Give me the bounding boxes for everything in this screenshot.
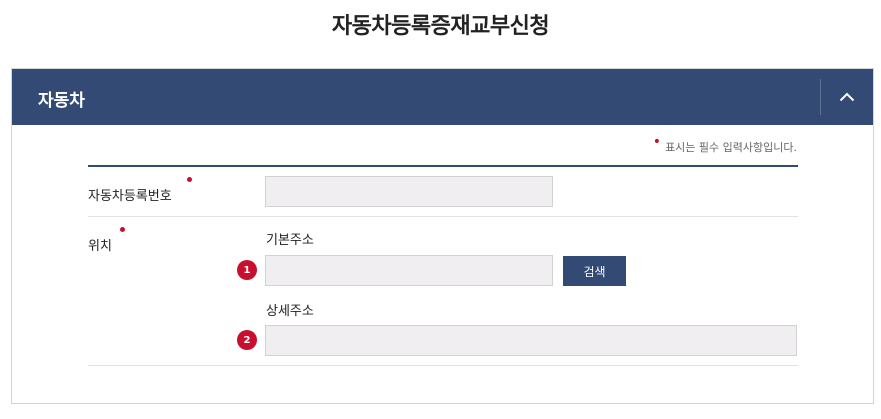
address-search-button[interactable]: 검색 xyxy=(563,256,626,286)
form-top-divider xyxy=(88,165,798,167)
row-divider xyxy=(88,365,798,366)
page-title: 자동차등록증재교부신청 xyxy=(331,14,550,39)
section-title: 자동차 xyxy=(38,91,85,111)
required-note: • 표시는 필수 입력사항입니다. xyxy=(653,134,797,155)
detail-address-input[interactable] xyxy=(265,325,797,356)
basic-address-label: 기본주소 xyxy=(266,233,314,248)
section-header: 자동차 xyxy=(12,69,873,125)
required-dot-icon: • xyxy=(652,134,662,150)
step-1-badge: 1 xyxy=(237,260,257,280)
vehicle-section-panel: 자동차 • 표시는 필수 입력사항입니다. 자동차등록번호 위치 기본주소 1 검… xyxy=(11,68,874,404)
step-2-badge: 2 xyxy=(237,330,257,350)
required-marker-icon xyxy=(187,177,192,182)
basic-address-input[interactable] xyxy=(265,255,553,286)
location-label: 위치 xyxy=(88,239,112,254)
chevron-up-icon xyxy=(839,92,855,102)
vehicle-number-input[interactable] xyxy=(265,176,553,207)
required-note-text: 표시는 필수 입력사항입니다. xyxy=(665,141,797,154)
vehicle-number-label: 자동차등록번호 xyxy=(88,189,172,204)
detail-address-label: 상세주소 xyxy=(266,304,314,319)
collapse-button[interactable] xyxy=(821,69,873,125)
row-divider xyxy=(88,216,798,217)
required-marker-icon xyxy=(120,227,125,232)
